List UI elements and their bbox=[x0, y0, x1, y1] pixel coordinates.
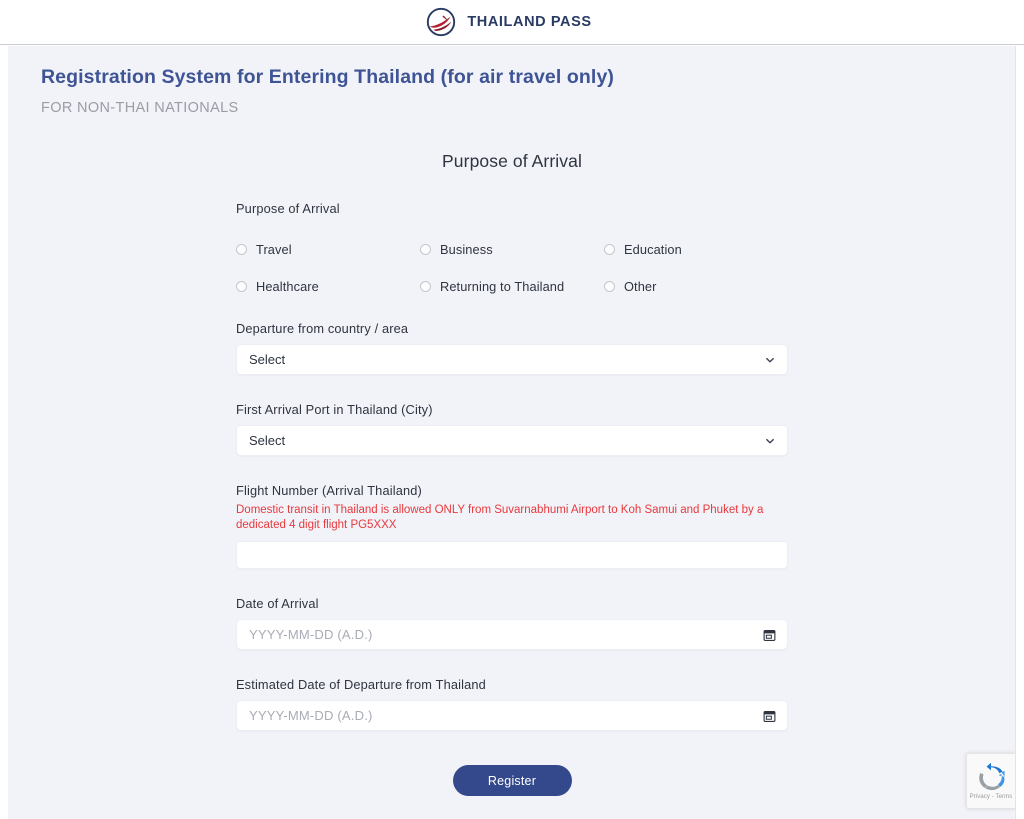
flight-number-field: Flight Number (Arrival Thailand) Domesti… bbox=[236, 483, 788, 569]
date-of-departure-label: Estimated Date of Departure from Thailan… bbox=[236, 677, 486, 692]
departure-country-label: Departure from country / area bbox=[236, 321, 409, 336]
date-of-arrival-field: Date of Arrival YYYY-MM-DD (A.D.) bbox=[236, 596, 788, 650]
radio-icon bbox=[420, 244, 431, 255]
departure-country-select[interactable]: Select bbox=[236, 344, 788, 375]
site-logo[interactable]: THAILAND PASS bbox=[424, 5, 591, 39]
register-button[interactable]: Register bbox=[452, 765, 572, 796]
radio-option-healthcare[interactable]: Healthcare bbox=[236, 279, 420, 294]
radio-option-returning-to-thailand[interactable]: Returning to Thailand bbox=[420, 279, 604, 294]
submit-row: Register bbox=[236, 765, 788, 796]
thailand-pass-bird-logo-icon bbox=[427, 7, 456, 37]
logo-text: THAILAND PASS bbox=[467, 14, 592, 30]
radio-label: Business bbox=[440, 242, 493, 257]
departure-country-field: Departure from country / area Select bbox=[236, 321, 788, 375]
chevron-down-icon bbox=[766, 357, 774, 362]
flight-number-label: Flight Number (Arrival Thailand) bbox=[236, 483, 422, 498]
arrival-port-field: First Arrival Port in Thailand (City) Se… bbox=[236, 402, 788, 456]
arrival-form: Purpose of Arrival Travel Business Educa… bbox=[236, 201, 788, 796]
radio-option-education[interactable]: Education bbox=[604, 242, 788, 257]
recaptcha-logo-icon bbox=[979, 762, 1005, 791]
arrival-port-value: Select bbox=[249, 433, 286, 448]
flight-number-input[interactable] bbox=[236, 541, 788, 569]
arrival-port-label: First Arrival Port in Thailand (City) bbox=[236, 402, 433, 417]
radio-icon bbox=[236, 244, 247, 255]
radio-option-travel[interactable]: Travel bbox=[236, 242, 420, 257]
departure-country-value: Select bbox=[249, 352, 286, 367]
purpose-group-label: Purpose of Arrival bbox=[236, 201, 340, 216]
recaptcha-badge[interactable]: Privacy - Terms bbox=[966, 753, 1015, 809]
radio-icon bbox=[420, 281, 431, 292]
radio-option-business[interactable]: Business bbox=[420, 242, 604, 257]
page-subtitle: FOR NON-THAI NATIONALS bbox=[41, 100, 239, 116]
radio-icon bbox=[604, 281, 615, 292]
date-of-arrival-placeholder: YYYY-MM-DD (A.D.) bbox=[249, 627, 373, 642]
radio-icon bbox=[236, 281, 247, 292]
date-of-departure-input[interactable]: YYYY-MM-DD (A.D.) bbox=[236, 700, 788, 731]
radio-label: Returning to Thailand bbox=[440, 279, 565, 294]
page-body: Registration System for Entering Thailan… bbox=[8, 46, 1016, 819]
date-of-departure-field: Estimated Date of Departure from Thailan… bbox=[236, 677, 788, 731]
flight-number-warning: Domestic transit in Thailand is allowed … bbox=[236, 504, 764, 531]
recaptcha-privacy-terms[interactable]: Privacy - Terms bbox=[970, 794, 1013, 800]
radio-label: Healthcare bbox=[256, 279, 319, 294]
arrival-port-select[interactable]: Select bbox=[236, 425, 788, 456]
chevron-down-icon bbox=[766, 438, 774, 443]
date-of-departure-placeholder: YYYY-MM-DD (A.D.) bbox=[249, 708, 373, 723]
date-of-arrival-label: Date of Arrival bbox=[236, 596, 319, 611]
radio-label: Travel bbox=[256, 242, 292, 257]
radio-label: Other bbox=[624, 279, 657, 294]
page-title: Registration System for Entering Thailan… bbox=[41, 66, 614, 88]
purpose-radio-group: Travel Business Education Healthcare Ret… bbox=[236, 242, 788, 294]
radio-icon bbox=[604, 244, 615, 255]
section-title: Purpose of Arrival bbox=[442, 151, 582, 171]
date-of-arrival-input[interactable]: YYYY-MM-DD (A.D.) bbox=[236, 619, 788, 650]
calendar-icon[interactable] bbox=[763, 709, 776, 722]
site-header: THAILAND PASS bbox=[0, 0, 1024, 45]
radio-option-other[interactable]: Other bbox=[604, 279, 788, 294]
calendar-icon[interactable] bbox=[763, 628, 776, 641]
radio-label: Education bbox=[624, 242, 682, 257]
